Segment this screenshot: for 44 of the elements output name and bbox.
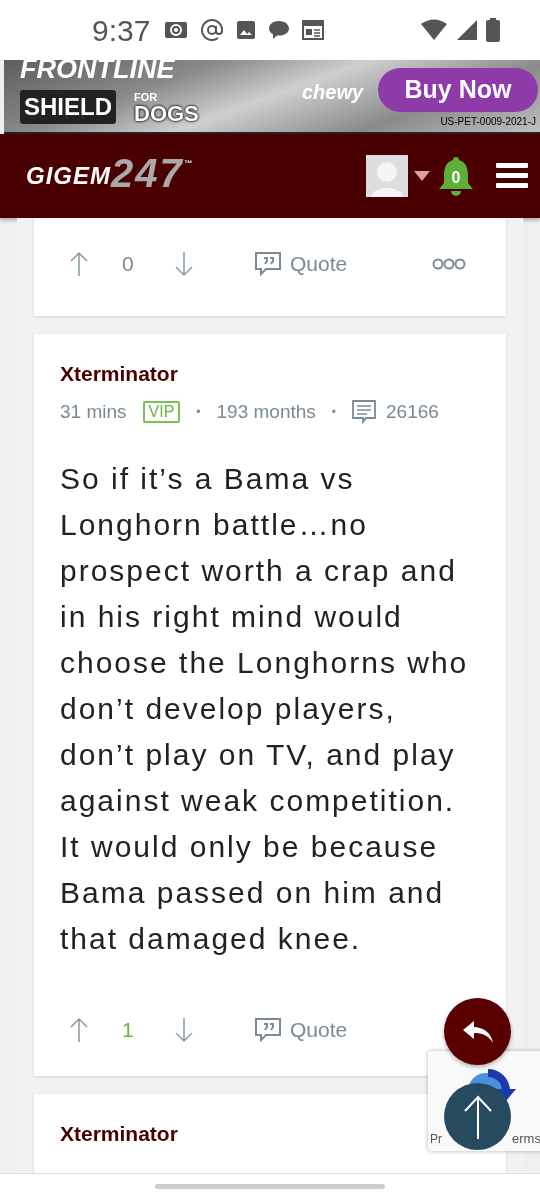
wifi-icon [420,19,448,41]
author-name[interactable]: Xterminator [60,1118,178,1150]
vote-count: 0 [122,251,135,278]
post-time: 31 mins [60,399,127,424]
author-name[interactable]: Xterminator [60,358,178,390]
clock-time: 9:37 [92,12,151,49]
buy-now-button[interactable]: Buy Now [378,68,538,112]
post-body-text: So if it’s a Bama vs Longhorn battle…no prospect worth a crap and in his right mind would choose the Longhorns who don’t develop players, don’t play on TV, and play against weak competition. It would only be because Bama passed on him and that damaged knee. [60,461,470,957]
downvote-arrow-icon[interactable] [174,1017,194,1043]
dropdown-caret-icon[interactable] [414,171,430,181]
ad-brand-text: FOR [134,92,158,103]
up-arrow-icon [462,1094,493,1139]
quote-icon [254,1016,282,1044]
at-sign-icon [200,18,225,42]
newspaper-icon [302,20,325,40]
recaptcha-link[interactable]: Pr [430,1130,442,1148]
post-count: 26166 [386,399,439,424]
recaptcha-link[interactable]: erms [512,1129,540,1149]
image-icon [236,20,257,40]
ad-brand-text: FRONTLINE [20,60,175,83]
member-tenure: 193 months [216,399,316,424]
downvote-arrow-icon[interactable] [174,251,194,277]
ad-code-text: US-PET-0009-2021-J [440,117,536,127]
posts-icon [352,399,377,424]
separator-dot: • [196,403,201,421]
quote-icon [254,250,282,278]
vote-count: 1 [122,1017,135,1044]
more-options-icon[interactable] [432,258,466,270]
ad-brand-text: SHIELD [20,90,116,124]
chat-bubble-icon [268,19,291,41]
site-logo[interactable]: GIGEM247™ [26,158,192,194]
upvote-arrow-icon[interactable] [69,1017,89,1043]
quote-button[interactable]: Quote [254,248,348,280]
battery-icon [486,18,500,42]
signal-icon [456,19,478,41]
quote-button[interactable]: Quote [254,1014,348,1046]
menu-icon[interactable] [496,163,528,189]
separator-dot: • [331,403,337,421]
reply-arrow-icon [461,1019,494,1044]
retailer-logo-text: chewy [302,82,364,102]
ad-brand-text: DOGS [134,103,199,125]
upvote-arrow-icon[interactable] [69,251,89,277]
vip-badge: VIP [142,400,181,423]
radio-icon [164,20,189,40]
